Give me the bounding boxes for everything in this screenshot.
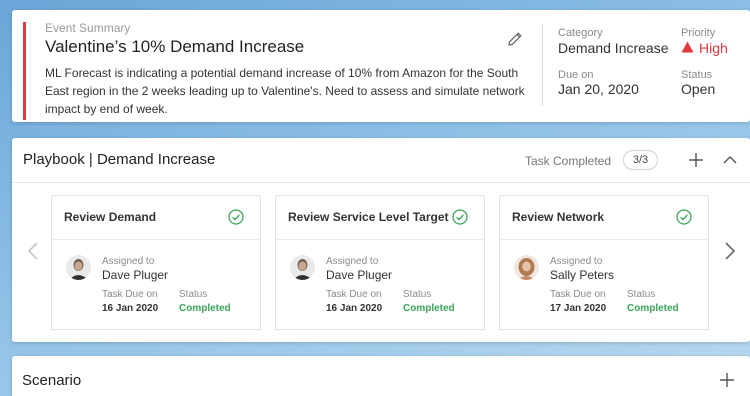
assignee-name: Dave Pluger	[102, 268, 169, 282]
event-summary-card: Event Summary Valentine’s 10% Demand Inc…	[12, 10, 750, 122]
priority-text: High	[699, 40, 728, 56]
plus-icon[interactable]	[687, 151, 705, 169]
chevron-right-icon[interactable]	[723, 240, 737, 262]
assignee-name: Dave Pluger	[326, 268, 393, 282]
category-value: Demand Increase	[558, 40, 669, 56]
priority-label: Priority	[681, 27, 716, 39]
due-label: Due on	[558, 69, 594, 81]
task-name: Review Network	[512, 210, 605, 224]
task-status: Completed	[403, 303, 455, 314]
task-due-date: 16 Jan 2020	[326, 303, 383, 314]
category-label: Category	[558, 27, 603, 39]
status-label: Status	[681, 69, 713, 81]
priority-value: High	[681, 40, 728, 56]
task-due-label: Task Due on	[550, 289, 606, 300]
chevron-up-icon[interactable]	[721, 151, 739, 169]
task-count-badge: 3/3	[623, 150, 658, 170]
avatar	[290, 255, 315, 280]
event-description: ML Forecast is indicating a potential de…	[45, 66, 525, 116]
task-card[interactable]: Review Network Assigned to Sally Peters …	[499, 195, 709, 330]
avatar	[66, 255, 91, 280]
chevron-left-icon[interactable]	[26, 240, 40, 262]
task-due-label: Task Due on	[326, 289, 382, 300]
task-due-label: Task Due on	[102, 289, 158, 300]
check-circle-icon	[452, 209, 468, 225]
task-name: Review Demand	[64, 210, 157, 224]
task-card[interactable]: Review Service Level Target Assigned to …	[275, 195, 485, 330]
playbook-title: Playbook | Demand Increase	[23, 151, 216, 168]
task-status: Completed	[627, 303, 679, 314]
task-card[interactable]: Review Demand Assigned to Dave Pluger Ta…	[51, 195, 261, 330]
avatar	[514, 255, 539, 280]
event-divider	[542, 24, 543, 106]
playbook-divider	[12, 182, 750, 183]
check-circle-icon	[228, 209, 244, 225]
playbook-card: Playbook | Demand Increase Task Complete…	[12, 138, 750, 342]
status-value: Open	[681, 81, 716, 97]
task-header: Review Service Level Target	[276, 196, 484, 240]
task-name: Review Service Level Target	[288, 210, 449, 224]
task-header: Review Demand	[52, 196, 260, 240]
task-status-label: Status	[179, 289, 208, 300]
priority-accent-bar	[23, 22, 26, 120]
task-completed-label: Task Completed	[525, 154, 612, 168]
event-overline: Event Summary	[45, 21, 131, 35]
assigned-label: Assigned to	[102, 256, 155, 267]
scenario-card: Scenario	[12, 356, 750, 396]
due-value: Jan 20, 2020	[558, 81, 639, 97]
assigned-label: Assigned to	[550, 256, 603, 267]
plus-icon[interactable]	[718, 371, 736, 389]
task-header: Review Network	[500, 196, 708, 240]
pencil-icon[interactable]	[506, 30, 524, 48]
scenario-title: Scenario	[22, 372, 82, 389]
assignee-name: Sally Peters	[550, 268, 615, 282]
warning-triangle-icon	[681, 40, 694, 56]
assigned-label: Assigned to	[326, 256, 379, 267]
event-title: Valentine’s 10% Demand Increase	[45, 37, 305, 56]
task-status-label: Status	[627, 289, 656, 300]
task-status: Completed	[179, 303, 231, 314]
check-circle-icon	[676, 209, 692, 225]
task-due-date: 16 Jan 2020	[102, 303, 159, 314]
task-status-label: Status	[403, 289, 432, 300]
task-due-date: 17 Jan 2020	[550, 303, 607, 314]
